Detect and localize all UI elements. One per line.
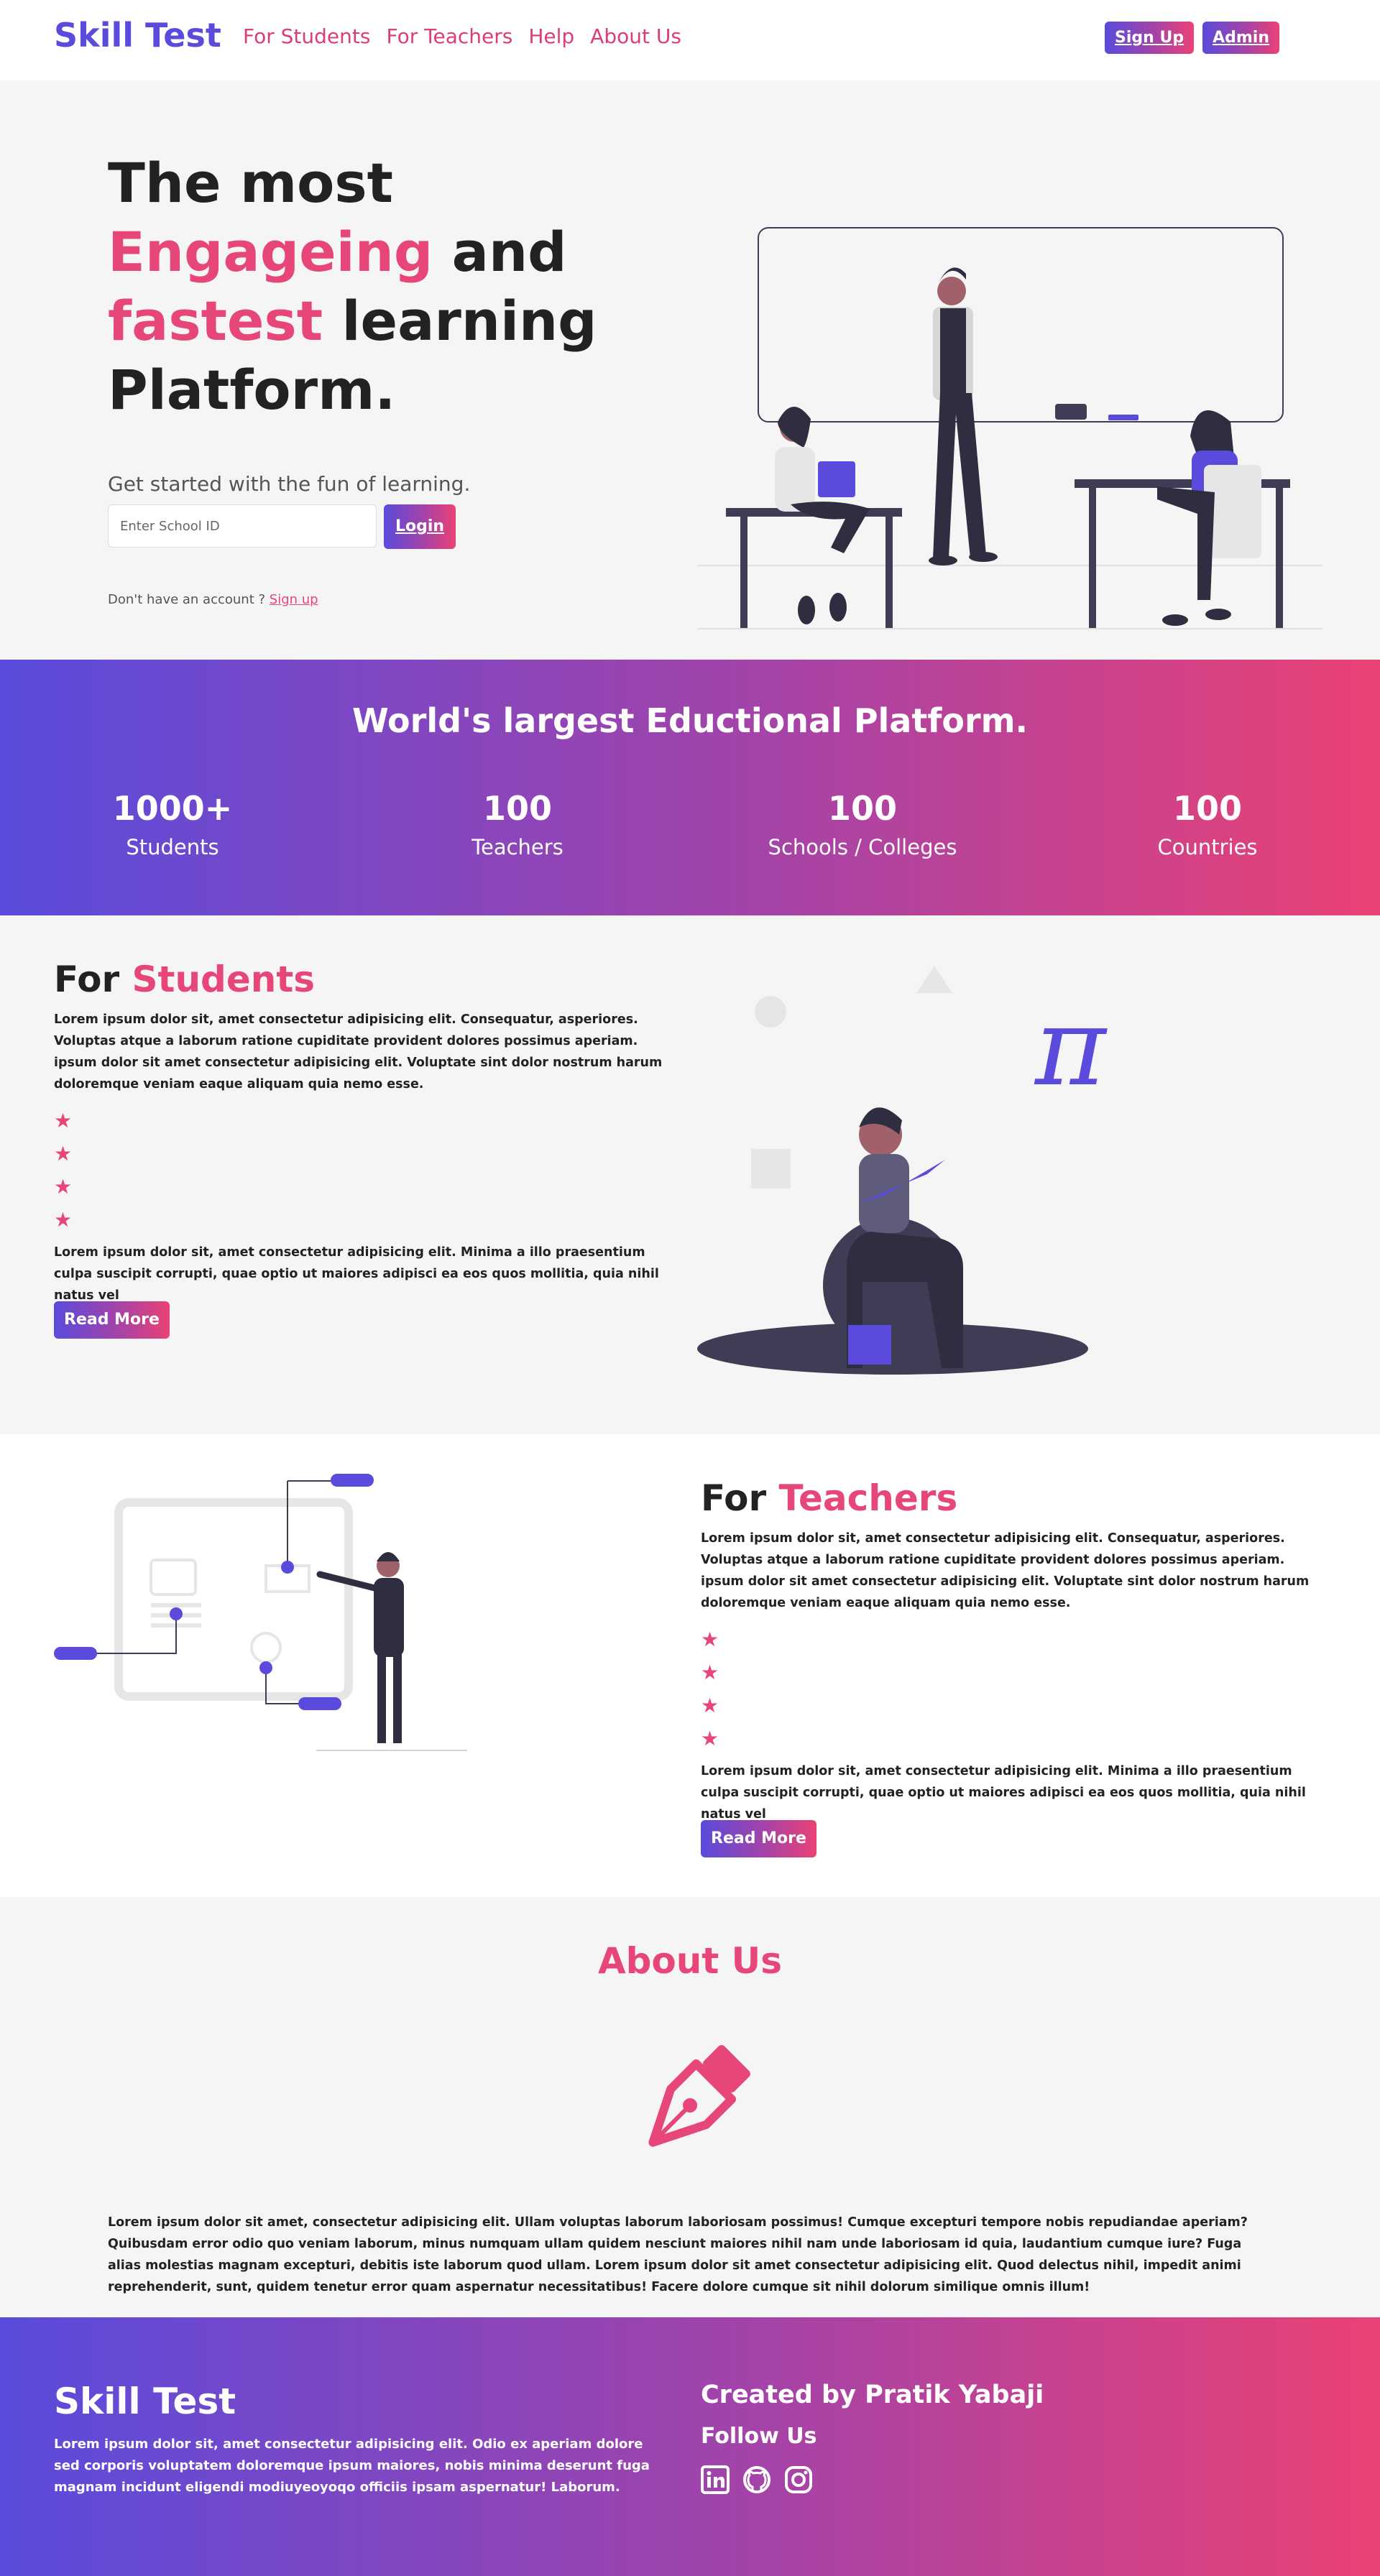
students-heading: For Students <box>54 959 316 1000</box>
star-icon: ★ <box>54 1175 73 1199</box>
footer-text: Lorem ipsum dolor sit, amet consectetur … <box>54 2437 650 2495</box>
nav-link-about[interactable]: About Us <box>590 24 681 48</box>
star-icon: ★ <box>54 1142 73 1165</box>
stat-number: 100 <box>827 789 898 828</box>
star-icon: ★ <box>701 1694 719 1717</box>
login-button[interactable]: Login <box>384 504 456 549</box>
stat-label: Countries <box>1157 835 1258 859</box>
star-icon: ★ <box>701 1727 719 1750</box>
students-details: Lorem ipsum dolor sit, amet consectetur … <box>54 1245 659 1303</box>
signup-button[interactable]: Sign Up <box>1105 22 1195 54</box>
instagram-icon[interactable] <box>784 2465 813 2494</box>
linkedin-icon[interactable] <box>701 2465 730 2494</box>
pi-symbol: π <box>1034 985 1108 1110</box>
stat-students: 1000+ Students <box>29 789 316 859</box>
hero-subtitle: Get started with the fun of learning. <box>108 472 471 496</box>
pen-nib-icon <box>648 2045 750 2147</box>
admin-button[interactable]: Admin <box>1202 22 1279 54</box>
footer-brand: Skill Test <box>54 2381 236 2422</box>
github-icon[interactable] <box>742 2465 771 2494</box>
teacher-presentation-illustration <box>54 1474 467 1751</box>
teachers-read-more-button[interactable]: Read More <box>701 1820 816 1857</box>
social-links <box>701 2465 813 2494</box>
stat-schools: 100 Schools / Colleges <box>719 789 1006 859</box>
teachers-section: For Teachers Lorem ipsum dolor sit, amet… <box>0 1434 1380 1897</box>
star-icon: ★ <box>701 1628 719 1651</box>
teachers-details: Lorem ipsum dolor sit, amet consectetur … <box>701 1764 1306 1822</box>
stat-number: 100 <box>1172 789 1243 828</box>
stat-number: 1000+ <box>112 789 233 828</box>
stat-number: 100 <box>482 789 553 828</box>
hero-heading: The most Engageing and fastest learning … <box>108 151 597 422</box>
stat-teachers: 100 Teachers <box>374 789 661 859</box>
star-icon: ★ <box>701 1661 719 1684</box>
students-star-list: ★ ★ ★ ★ <box>54 1104 72 1237</box>
teachers-star-list: ★ ★ ★ ★ <box>701 1623 719 1755</box>
students-intro: Lorem ipsum dolor sit, amet consectetur … <box>54 1012 663 1091</box>
nav-link-teachers[interactable]: For Teachers <box>386 24 512 48</box>
school-id-input[interactable] <box>108 504 377 548</box>
hero-section: The most Engageing and fastest learning … <box>0 80 1380 660</box>
teachers-intro: Lorem ipsum dolor sit, amet consectetur … <box>701 1531 1310 1610</box>
stats-title: World's largest Eductional Platform. <box>351 701 1029 740</box>
teachers-heading: For Teachers <box>701 1477 958 1519</box>
stat-label: Schools / Colleges <box>768 835 957 859</box>
footer-credit: Created by Pratik Yabaji <box>701 2381 1044 2409</box>
account-prompt: Don't have an account ? Sign up <box>108 592 318 607</box>
nav-links: For Students For Teachers Help About Us <box>243 24 681 48</box>
about-text: Lorem ipsum dolor sit amet, consectetur … <box>108 2215 1248 2294</box>
star-icon: ★ <box>54 1109 73 1132</box>
stat-label: Teachers <box>472 835 564 859</box>
stat-label: Students <box>126 835 219 859</box>
classroom-illustration <box>697 227 1322 629</box>
about-heading: About Us <box>597 1940 783 1982</box>
stat-countries: 100 Countries <box>1064 789 1351 859</box>
star-icon: ★ <box>54 1208 73 1232</box>
stats-banner: World's largest Eductional Platform. 100… <box>0 660 1380 915</box>
footer: Skill Test Lorem ipsum dolor sit, amet c… <box>0 2317 1380 2576</box>
nav-link-students[interactable]: For Students <box>243 24 370 48</box>
students-section: For Students Lorem ipsum dolor sit, amet… <box>0 915 1380 1434</box>
about-section: About Us Lorem ipsum dolor sit amet, con… <box>0 1897 1380 2317</box>
student-reading-illustration: π <box>697 966 1108 1375</box>
signup-link[interactable]: Sign up <box>270 592 318 607</box>
students-read-more-button[interactable]: Read More <box>54 1301 170 1339</box>
nav-actions: Sign Up Admin <box>1105 22 1279 54</box>
top-navbar: Skill Test For Students For Teachers Hel… <box>0 0 1380 80</box>
brand-logo[interactable]: Skill Test <box>54 16 221 55</box>
follow-us-label: Follow Us <box>701 2424 817 2449</box>
nav-link-help[interactable]: Help <box>528 24 574 48</box>
